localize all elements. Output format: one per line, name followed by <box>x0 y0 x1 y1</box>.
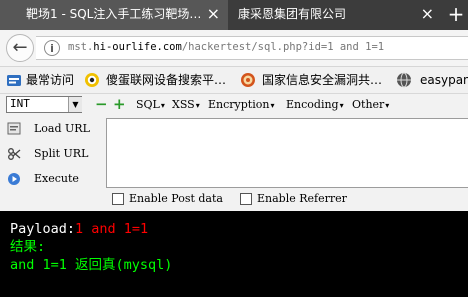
tab-inactive[interactable]: 康采恩集团有限公司 × <box>228 0 440 30</box>
split-url-icon <box>6 147 22 161</box>
decrement-icon[interactable]: − <box>95 96 108 113</box>
globe-icon <box>397 72 411 88</box>
url-domain: hi-ourlife.com <box>93 41 182 53</box>
url-path: /hackertest/sql.php?id=1 and 1=1 <box>181 41 385 53</box>
shodan-logo-icon <box>85 73 99 87</box>
url-textarea[interactable] <box>106 118 468 188</box>
referrer-label: Enable Referrer <box>257 192 347 205</box>
bookmark-easypanel[interactable]: easypane <box>420 67 468 93</box>
execute-button[interactable]: Execute <box>6 171 79 187</box>
tab-active[interactable]: 靶场1 - SQL注入手工练习靶场… × <box>0 0 228 30</box>
new-tab-button[interactable]: + <box>444 0 468 30</box>
url-prefix: mst. <box>68 41 94 53</box>
tab-title: 靶场1 - SQL注入手工练习靶场… <box>26 7 202 21</box>
menu-xss[interactable]: XSS <box>172 96 200 114</box>
site-info-icon[interactable]: i <box>44 40 60 56</box>
menu-encryption[interactable]: Encryption <box>208 96 274 114</box>
execute-icon <box>6 172 22 186</box>
payload-line: Payload:1 and 1=1 <box>10 220 148 238</box>
type-select-value: INT <box>10 97 30 110</box>
bookmark-folder-icon <box>7 75 21 86</box>
load-url-button[interactable]: Load URL <box>6 121 90 137</box>
back-button[interactable]: ← <box>6 34 34 62</box>
payload-value: 1 and 1=1 <box>75 221 149 237</box>
tab-title: 康采恩集团有限公司 <box>238 7 347 21</box>
post-data-label: Enable Post data <box>129 192 223 205</box>
menu-other[interactable]: Other <box>352 96 389 114</box>
tab-close-icon[interactable]: × <box>421 0 434 28</box>
execute-label: Execute <box>34 172 79 185</box>
increment-icon[interactable]: + <box>113 96 126 113</box>
menu-sql[interactable]: SQL <box>136 96 165 114</box>
bookmark-most-visited[interactable]: 最常访问 <box>26 67 74 93</box>
back-arrow-icon: ← <box>12 37 28 58</box>
result-value: and 1=1 返回真(mysql) <box>10 257 173 273</box>
bookmark-cnnvd[interactable]: 国家信息安全漏洞共… <box>262 67 382 93</box>
load-url-icon <box>6 122 22 136</box>
referrer-checkbox[interactable] <box>240 193 252 205</box>
result-label: 结果: <box>10 239 46 255</box>
split-url-button[interactable]: Split URL <box>6 146 88 162</box>
load-url-label: Load URL <box>34 122 90 135</box>
tab-close-icon[interactable]: × <box>207 0 220 28</box>
bookmark-shodan[interactable]: 傻蛋联网设备搜索平… <box>106 67 226 93</box>
split-url-label: Split URL <box>34 147 89 160</box>
chevron-down-icon[interactable]: ▼ <box>68 97 82 112</box>
url-text[interactable]: mst.hi-ourlife.com/hackertest/sql.php?id… <box>68 41 384 53</box>
payload-label: Payload: <box>10 221 76 237</box>
post-data-checkbox[interactable] <box>112 193 124 205</box>
menu-encoding[interactable]: Encoding <box>286 96 344 114</box>
cnnvd-logo-icon <box>241 73 255 87</box>
